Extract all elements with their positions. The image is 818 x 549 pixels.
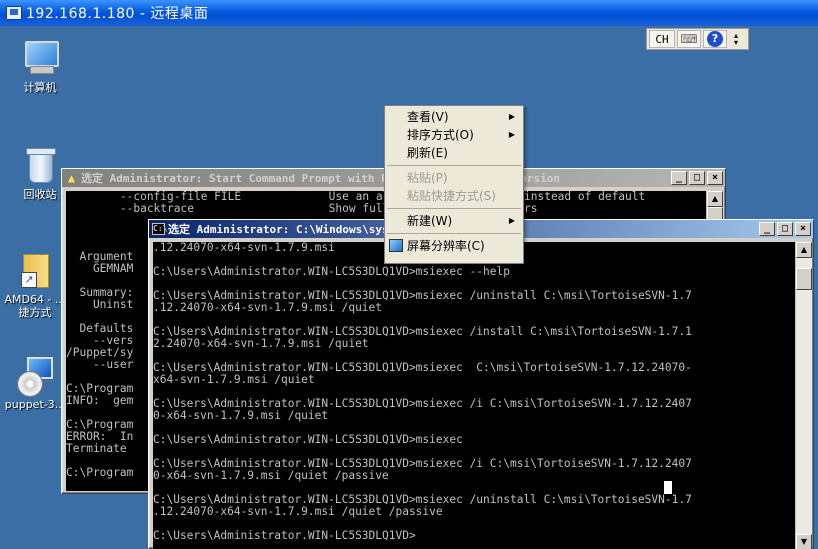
menu-item-label: 屏幕分辨率(C): [407, 239, 485, 253]
computer-icon: [20, 38, 60, 78]
menu-item-label: 粘贴快捷方式(S): [407, 189, 496, 203]
menu-item-sort-by[interactable]: 排序方式(O) ▶: [385, 126, 523, 144]
maximize-button[interactable]: □: [777, 222, 793, 236]
remote-desktop-title-bar[interactable]: 192.168.1.180 - 远程桌面: [0, 0, 818, 26]
recycle-bin-icon: [20, 145, 60, 185]
desktop-icon-label: puppet-3...: [4, 398, 66, 411]
minimize-button[interactable]: _: [671, 171, 687, 185]
console-line: .12.24070-x64-svn-1.7.9.msi /quiet: [153, 301, 383, 314]
minimize-button[interactable]: _: [759, 222, 775, 236]
menu-item-new[interactable]: 新建(W) ▶: [385, 212, 523, 230]
console-output[interactable]: .12.24070-x64-svn-1.7.9.msi C:\Users\Admi…: [153, 242, 795, 549]
menu-item-label: 刷新(E): [407, 146, 448, 160]
language-bar[interactable]: CH ⌨ ? ▴ ▾: [646, 28, 749, 50]
menu-item-label: 粘贴(P): [407, 171, 448, 185]
keyboard-icon[interactable]: ⌨: [677, 30, 701, 48]
console-title: 选定 Administrator: Start Command Prompt w…: [81, 172, 560, 185]
console-line: C:\Users\Administrator.WIN-LC5S3DLQ1VD>m…: [153, 265, 510, 278]
menu-separator: [387, 208, 521, 209]
folder-shortcut-icon: [15, 250, 55, 290]
remote-desktop-icon: [6, 6, 22, 20]
desktop-icon-amd64-shortcut[interactable]: AMD64 - ... 捷方式: [0, 250, 70, 319]
menu-item-label: 新建(W): [407, 214, 453, 228]
desktop-icon-puppet-installer[interactable]: puppet-3...: [0, 355, 70, 411]
language-bar-options-icon[interactable]: ▴ ▾: [729, 30, 743, 48]
console-line: 2.24070-x64-svn-1.7.9.msi /quiet: [153, 337, 369, 350]
desktop-context-menu[interactable]: 查看(V) ▶ 排序方式(O) ▶ 刷新(E) 粘贴(P) 粘贴快捷方式(S) …: [384, 105, 524, 264]
desktop-icon-label: 计算机: [23, 81, 57, 94]
menu-item-paste: 粘贴(P): [385, 169, 523, 187]
submenu-arrow-icon: ▶: [508, 112, 515, 121]
submenu-arrow-icon: ▶: [508, 130, 515, 139]
close-button[interactable]: ×: [707, 171, 723, 185]
menu-separator: [387, 233, 521, 234]
text-cursor: [664, 481, 672, 494]
help-button[interactable]: ?: [703, 30, 727, 48]
menu-item-refresh[interactable]: 刷新(E): [385, 144, 523, 162]
close-button[interactable]: ×: [795, 222, 811, 236]
puppet-warning-icon: ▲: [67, 171, 76, 185]
remote-desktop-title: 192.168.1.180 - 远程桌面: [26, 6, 209, 22]
maximize-button[interactable]: □: [689, 171, 705, 185]
menu-item-view[interactable]: 查看(V) ▶: [385, 108, 523, 126]
console-line: C:\Users\Administrator.WIN-LC5S3DLQ1VD>: [153, 529, 416, 542]
language-button[interactable]: CH: [649, 30, 675, 48]
console-line: 0-x64-svn-1.7.9.msi /quiet /passive: [153, 469, 389, 482]
vertical-scrollbar[interactable]: ▲ ▼: [795, 242, 812, 549]
installer-icon: [15, 355, 55, 397]
menu-item-label: 排序方式(O): [407, 128, 474, 142]
submenu-arrow-icon: ▶: [508, 216, 515, 225]
console-line: .12.24070-x64-svn-1.7.9.msi /quiet /pass…: [153, 505, 443, 518]
console-line: C:\Users\Administrator.WIN-LC5S3DLQ1VD>m…: [153, 433, 463, 446]
console-line: 0-x64-svn-1.7.9.msi /quiet: [153, 409, 329, 422]
help-icon: ?: [707, 31, 723, 47]
display-icon: [389, 239, 403, 252]
console-line: x64-svn-1.7.9.msi /quiet: [153, 373, 315, 386]
cmd-window-icon: C:\: [152, 223, 168, 235]
scroll-thumb[interactable]: [796, 268, 812, 290]
desktop-icon-label-line2: 捷方式: [18, 306, 52, 319]
console-window-cmd[interactable]: C:\ 选定 Administrator: C:\Windows\system3…: [148, 219, 814, 549]
scroll-up-arrow-icon[interactable]: ▲: [796, 242, 812, 258]
scroll-up-arrow-icon[interactable]: ▲: [707, 191, 723, 207]
menu-separator: [387, 165, 521, 166]
desktop-icon-label: AMD64 - ...: [4, 293, 66, 306]
scroll-down-arrow-icon[interactable]: ▼: [796, 534, 812, 549]
menu-item-label: 查看(V): [407, 110, 449, 124]
menu-item-screen-resolution[interactable]: 屏幕分辨率(C): [385, 237, 523, 255]
menu-item-paste-shortcut: 粘贴快捷方式(S): [385, 187, 523, 205]
desktop-icon-computer[interactable]: 计算机: [5, 38, 75, 94]
